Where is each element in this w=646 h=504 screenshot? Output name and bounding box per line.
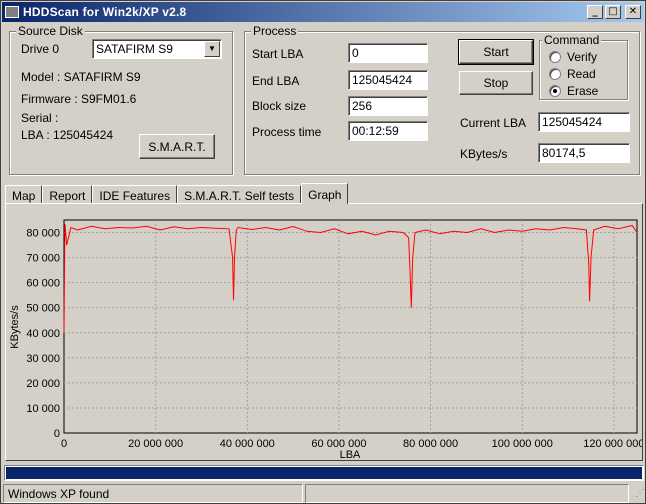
y-axis-label: KBytes/s [9, 305, 21, 349]
process-time-label: Process time [252, 125, 322, 139]
current-lba-label: Current LBA [460, 116, 527, 130]
tab-map[interactable]: Map [5, 185, 43, 204]
lba-text: LBA : 125045424 [21, 128, 114, 142]
start-button[interactable]: Start [458, 39, 534, 65]
window-title: HDDScan for Win2k/XP v2.8 [23, 5, 187, 19]
serial-text: Serial : [21, 111, 59, 125]
drive-select[interactable]: SATAFIRM S9 ▼ [92, 39, 222, 59]
y-tick-label: 0 [54, 428, 60, 440]
tab-smart-self-tests[interactable]: S.M.A.R.T. Self tests [177, 185, 302, 204]
command-group: Command Verify Read Erase [539, 33, 628, 100]
stop-button[interactable]: Stop [459, 71, 533, 95]
progress-bar [4, 465, 644, 481]
tab-strip: Map Report IDE Features S.M.A.R.T. Self … [5, 183, 349, 204]
erase-radio-dot[interactable] [549, 85, 561, 97]
x-tick-label: 80 000 000 [403, 438, 458, 450]
status-panel-2 [305, 484, 629, 503]
start-lba-field[interactable]: 0 [348, 43, 428, 63]
tab-ide-features[interactable]: IDE Features [92, 185, 178, 204]
erase-radio[interactable]: Erase [549, 84, 598, 98]
y-tick-label: 70 000 [26, 253, 60, 265]
kbytes-field: 80174,5 [538, 143, 630, 163]
maximize-button[interactable]: □ [605, 5, 621, 19]
progress-fill [6, 467, 642, 479]
firmware-text: Firmware : S9FM01.6 [21, 92, 137, 106]
command-legend: Command [542, 33, 602, 47]
plot-area [63, 219, 638, 434]
verify-radio-dot[interactable] [549, 51, 561, 63]
status-message: Windows XP found [3, 484, 303, 503]
read-radio[interactable]: Read [549, 67, 596, 81]
current-lba-field: 125045424 [538, 112, 630, 132]
size-grip-icon[interactable]: ⋰ [631, 487, 645, 501]
y-tick-label: 30 000 [26, 353, 60, 365]
start-lba-label: Start LBA [252, 47, 304, 61]
model-text: Model : SATAFIRM S9 [21, 70, 141, 84]
speed-chart: 0 20 000 000 40 000 000 60 000 000 80 000 00… [9, 219, 642, 460]
main-window: HDDScan for Win2k/XP v2.8 _ □ ✕ Source D… [0, 0, 646, 504]
process-time-field: 00:12:59 [348, 121, 428, 141]
y-tick-label: 10 000 [26, 403, 60, 415]
source-disk-group: Source Disk Drive 0 SATAFIRM S9 ▼ Model … [9, 24, 233, 175]
x-tick-label: 120 000 000 [583, 438, 642, 450]
end-lba-field[interactable]: 125045424 [348, 70, 428, 90]
y-tick-label: 80 000 [26, 228, 60, 240]
status-bar: Windows XP found ⋰ [3, 484, 645, 503]
y-tick-label: 50 000 [26, 303, 60, 315]
minimize-button[interactable]: _ [587, 5, 603, 19]
read-radio-dot[interactable] [549, 68, 561, 80]
y-axis-ticks: 0 10 000 20 000 30 000 40 000 50 000 60 000 70 … [26, 228, 60, 440]
process-legend: Process [251, 24, 299, 38]
app-icon [5, 6, 19, 18]
y-tick-label: 40 000 [26, 328, 60, 340]
block-size-field[interactable]: 256 [348, 96, 428, 116]
x-tick-label: 40 000 000 [220, 438, 275, 450]
x-tick-label: 100 000 000 [492, 438, 553, 450]
block-size-label: Block size [252, 99, 307, 113]
title-bar: HDDScan for Win2k/XP v2.8 _ □ ✕ [2, 2, 644, 22]
source-disk-legend: Source Disk [16, 24, 85, 38]
x-tick-label: 0 [61, 438, 67, 450]
chevron-down-icon[interactable]: ▼ [204, 41, 220, 57]
smart-button[interactable]: S.M.A.R.T. [139, 134, 215, 159]
read-radio-label: Read [567, 67, 596, 81]
verify-radio[interactable]: Verify [549, 50, 597, 64]
graph-panel: 0 20 000 000 40 000 000 60 000 000 80 000 00… [5, 203, 643, 461]
end-lba-label: End LBA [252, 74, 300, 88]
verify-radio-label: Verify [567, 50, 598, 64]
kbytes-label: KBytes/s [460, 147, 508, 161]
close-button[interactable]: ✕ [625, 5, 641, 19]
drive-select-value: SATAFIRM S9 [96, 42, 173, 56]
process-group: Process Start LBA 0 End LBA 125045424 Bl… [244, 24, 640, 175]
y-tick-label: 20 000 [26, 378, 60, 390]
tab-graph[interactable]: Graph [301, 183, 349, 204]
tab-report[interactable]: Report [42, 185, 93, 204]
y-tick-label: 60 000 [26, 278, 60, 290]
x-tick-label: 20 000 000 [128, 438, 183, 450]
drive-label: Drive 0 [21, 42, 60, 56]
erase-radio-label: Erase [567, 84, 599, 98]
x-axis-label: LBA [340, 449, 361, 460]
